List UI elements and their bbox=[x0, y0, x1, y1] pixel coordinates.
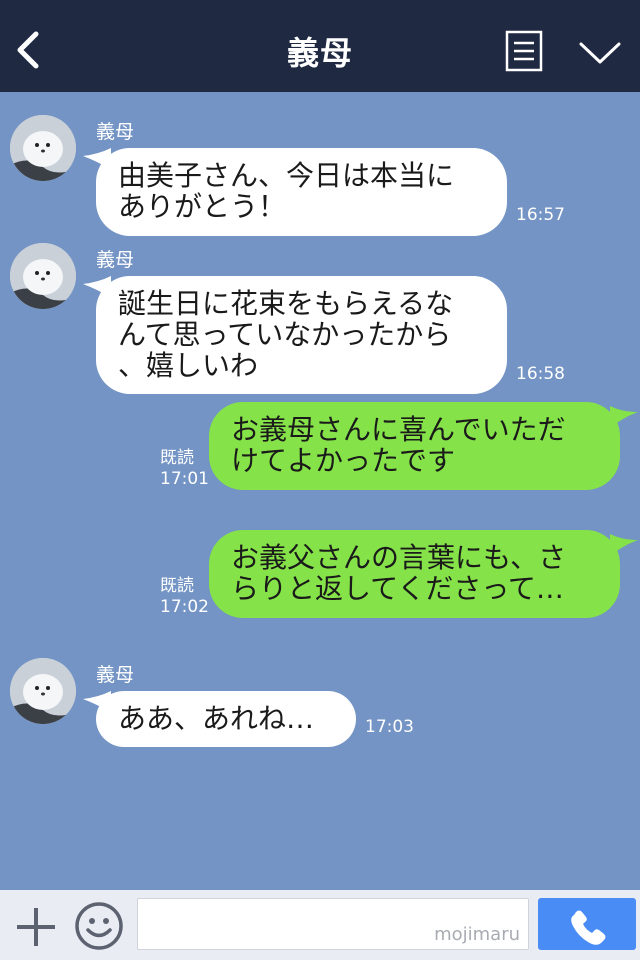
bubble-tail bbox=[610, 534, 638, 556]
message-time: 16:58 bbox=[516, 364, 565, 384]
phone-icon bbox=[571, 910, 606, 945]
message-time: 16:57 bbox=[516, 205, 565, 225]
message-bubble[interactable]: 誕生日に花束をもらえるな んて思っていなかったから 、嬉しいわ bbox=[96, 276, 507, 394]
bird-avatar-icon bbox=[10, 243, 76, 309]
read-status: 既読 17:02 bbox=[160, 576, 209, 618]
message-text: ああ、あれね… bbox=[118, 702, 315, 735]
watermark: mojimaru bbox=[434, 924, 520, 945]
chevron-down-icon[interactable] bbox=[578, 38, 622, 68]
message-time: 17:03 bbox=[365, 717, 414, 737]
message-bubble[interactable]: 由美子さん、今日は本当に ありがとう！ bbox=[96, 148, 507, 236]
avatar[interactable] bbox=[10, 243, 76, 309]
read-label: 既読 bbox=[160, 448, 194, 468]
bubble-tail bbox=[610, 406, 638, 428]
avatar[interactable] bbox=[10, 115, 76, 181]
chat-title: 義母 bbox=[286, 34, 353, 72]
avatar[interactable] bbox=[10, 658, 76, 724]
sender-name: 義母 bbox=[96, 249, 135, 271]
message-input[interactable]: mojimaru bbox=[137, 898, 529, 950]
sender-name: 義母 bbox=[96, 664, 135, 686]
message-bubble[interactable]: ああ、あれね… bbox=[96, 691, 356, 747]
message-time: 17:01 bbox=[160, 469, 209, 489]
message-text: 誕生日に花束をもらえるな んて思っていなかったから 、嬉しいわ bbox=[118, 287, 454, 382]
message-text: 由美子さん、今日は本当に ありがとう！ bbox=[118, 159, 455, 223]
call-button[interactable] bbox=[538, 898, 636, 950]
plus-icon[interactable] bbox=[14, 905, 58, 949]
bird-avatar-icon bbox=[10, 658, 76, 724]
message-text: お義父さんの言葉にも、さ らりと返してくださって… bbox=[231, 541, 567, 605]
emoji-icon[interactable] bbox=[74, 901, 124, 951]
message-text: お義母さんに喜んでいただ けてよかったです bbox=[231, 413, 566, 477]
read-label: 既読 bbox=[160, 576, 194, 596]
message-time: 17:02 bbox=[160, 597, 209, 617]
message-bubble[interactable]: お義母さんに喜んでいただ けてよかったです bbox=[209, 402, 620, 490]
menu-icon[interactable] bbox=[505, 30, 543, 72]
read-status: 既読 17:01 bbox=[160, 448, 209, 490]
message-bubble[interactable]: お義父さんの言葉にも、さ らりと返してくださって… bbox=[209, 530, 620, 618]
sender-name: 義母 bbox=[96, 121, 135, 143]
bird-avatar-icon bbox=[10, 115, 76, 181]
